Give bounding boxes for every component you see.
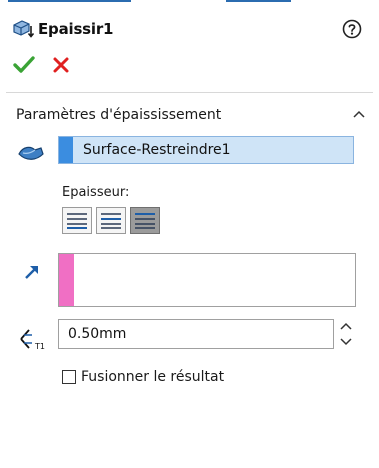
merge-result-label: Fusionner le résultat xyxy=(81,369,225,385)
chevron-up-icon[interactable] xyxy=(352,108,366,120)
cancel-button[interactable] xyxy=(51,55,71,75)
face-selection-value: Surface-Restreindre1 xyxy=(83,142,231,158)
feature-title: Epaissir1 xyxy=(38,20,114,38)
thickness-input[interactable]: 0.50mm xyxy=(58,319,334,349)
merge-result-option[interactable]: Fusionner le résultat xyxy=(62,368,224,386)
thickness-icon: T1 xyxy=(20,329,45,351)
direction-selection-box[interactable] xyxy=(58,253,356,307)
thickness-spinner[interactable] xyxy=(338,319,354,349)
thicken-side-group xyxy=(62,207,164,234)
thickness-value: 0.50mm xyxy=(68,326,127,342)
top-accent-segment xyxy=(226,0,291,2)
lines-icon xyxy=(135,213,155,229)
svg-text:T1: T1 xyxy=(34,342,45,351)
section-title[interactable]: Paramètres d'épaississement xyxy=(16,107,221,123)
section-divider xyxy=(6,92,373,93)
top-accent-segment xyxy=(8,0,131,2)
thicken-feature-icon xyxy=(13,20,34,38)
face-selection-icon xyxy=(18,146,44,160)
selection-color-swatch xyxy=(59,254,74,306)
selection-color-swatch xyxy=(59,137,73,163)
thickness-side-label: Epaisseur: xyxy=(62,185,130,200)
ok-button[interactable] xyxy=(12,54,36,76)
help-icon[interactable] xyxy=(341,18,363,40)
thicken-side-1-button[interactable] xyxy=(62,207,92,234)
lines-icon xyxy=(101,213,121,229)
merge-result-checkbox[interactable] xyxy=(62,370,76,384)
feature-header: Epaissir1 xyxy=(12,18,113,40)
top-accent-line xyxy=(0,0,379,5)
lines-icon xyxy=(67,213,87,229)
thicken-both-sides-button[interactable] xyxy=(96,207,126,234)
direction-arrow-icon xyxy=(25,266,38,279)
face-selection-box[interactable]: Surface-Restreindre1 xyxy=(58,136,354,164)
thicken-side-2-button[interactable] xyxy=(130,207,160,234)
